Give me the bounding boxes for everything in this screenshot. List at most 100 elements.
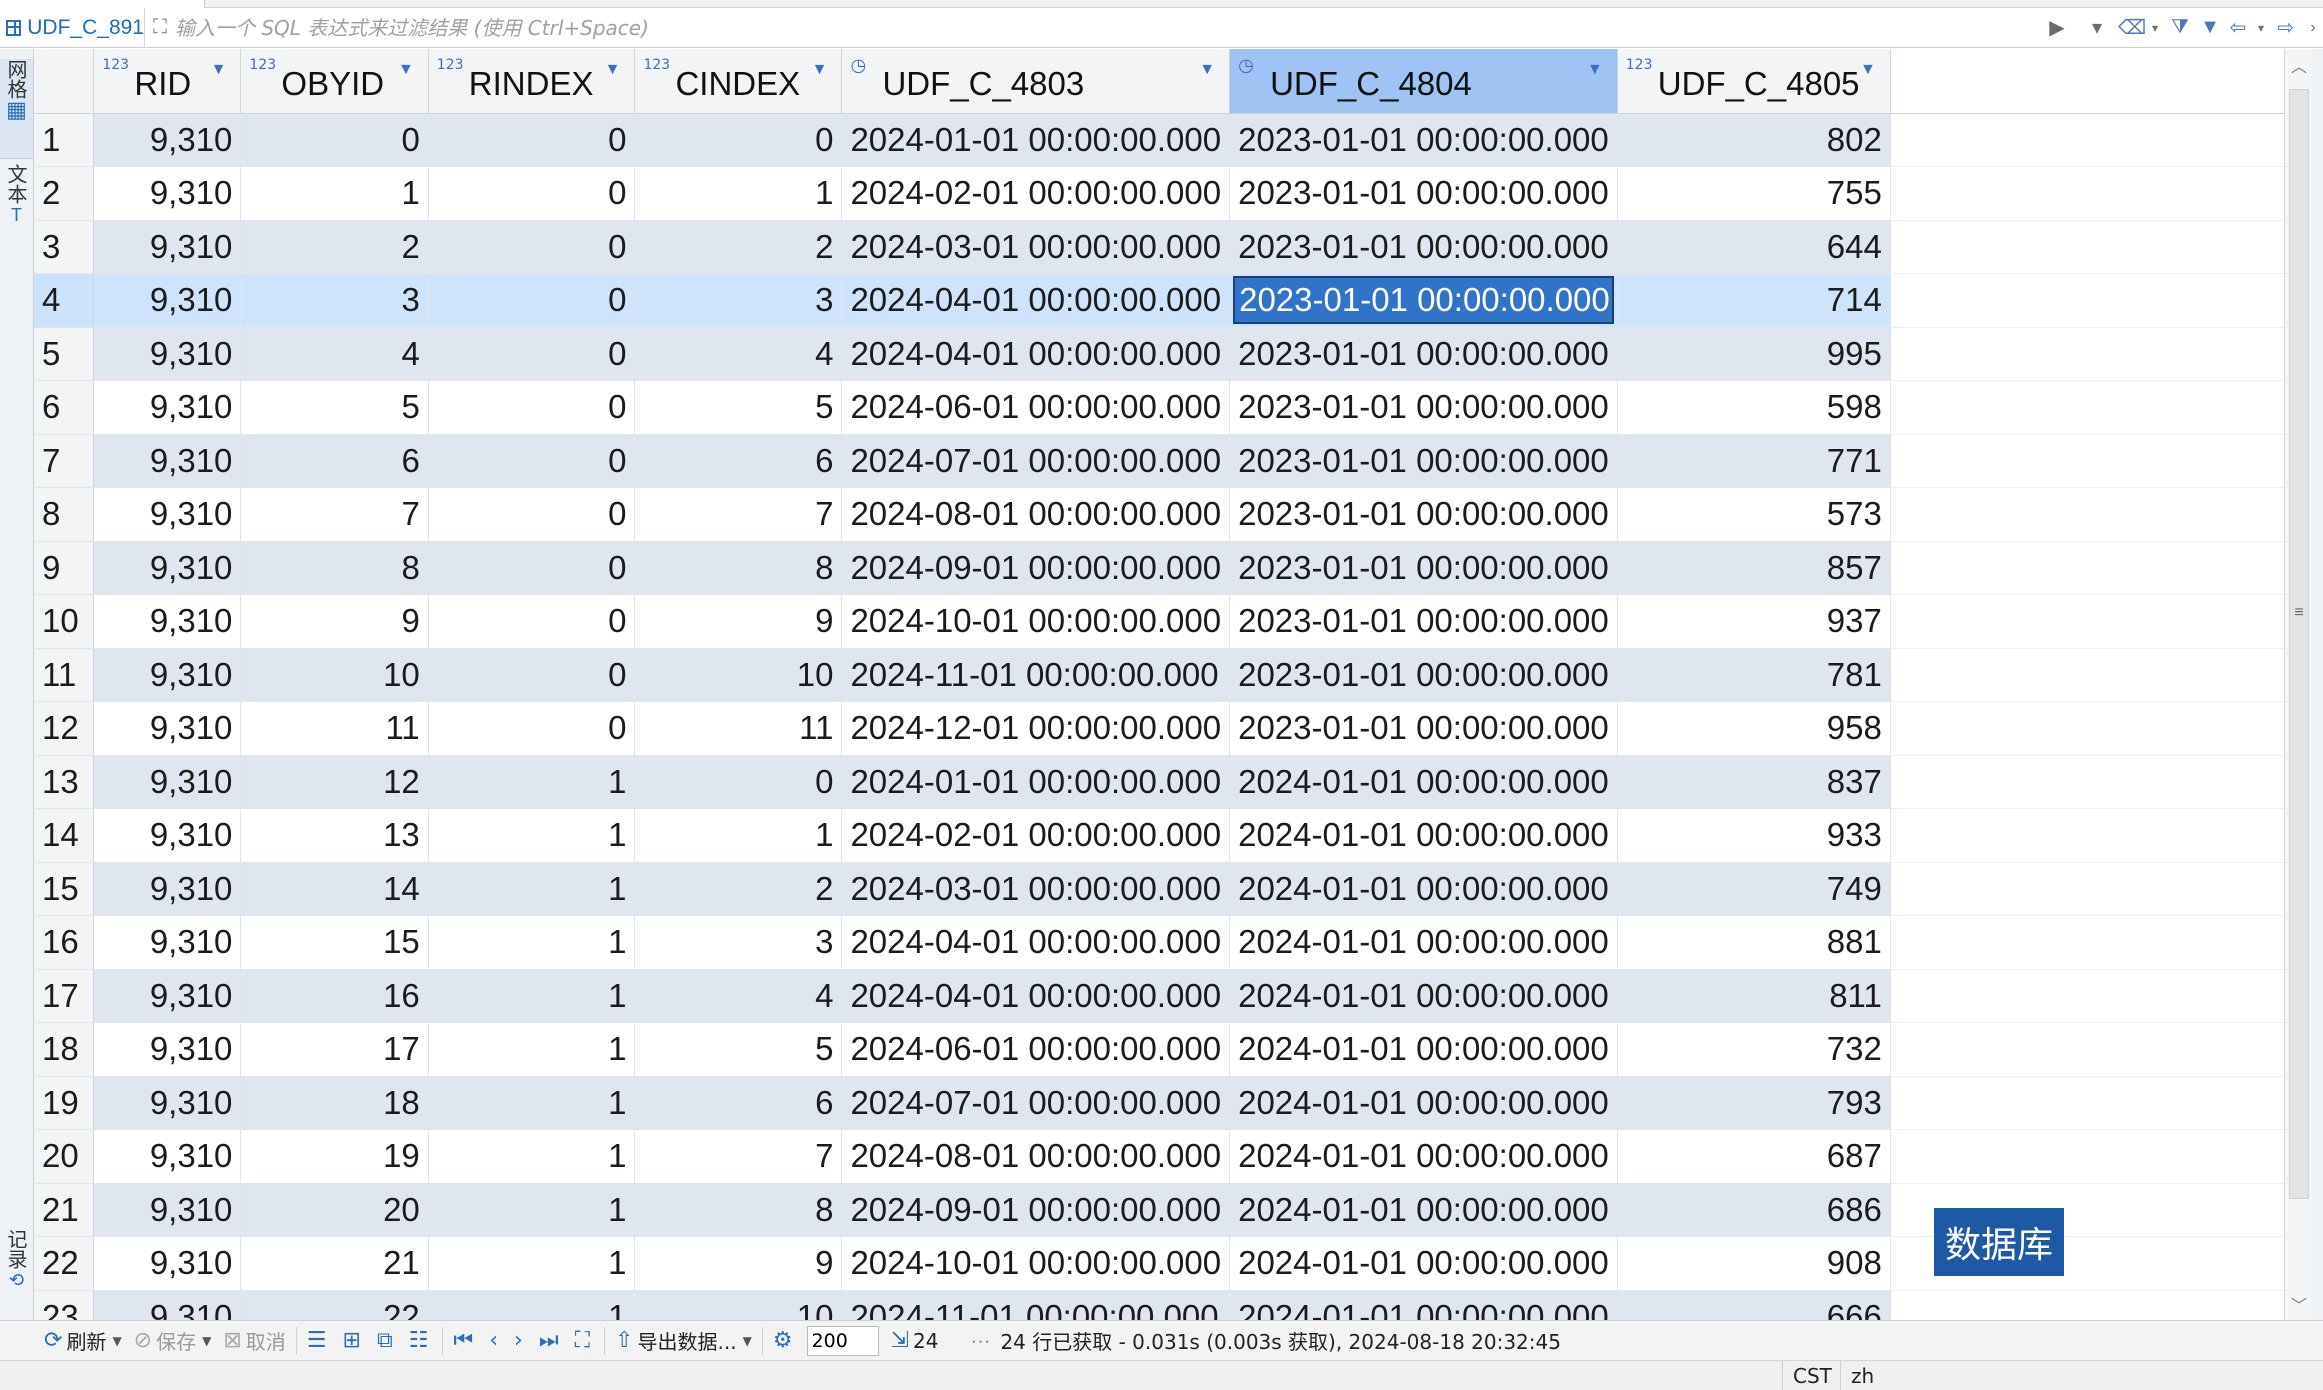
table-cell[interactable]: 732 (1617, 1022, 1891, 1076)
table-cell[interactable]: 9,310 (93, 862, 242, 916)
eraser-icon[interactable]: ⌫ (2117, 8, 2147, 48)
table-cell[interactable]: 17 (240, 1022, 429, 1076)
table-cell[interactable]: 1 (428, 1236, 636, 1290)
table-cell[interactable]: 20 (240, 1183, 429, 1237)
row-number[interactable]: 23 (34, 1290, 95, 1320)
apply-filter-icon[interactable]: ▶ (2037, 8, 2077, 48)
row-number[interactable]: 4 (34, 273, 95, 328)
table-cell[interactable]: 9,310 (93, 969, 242, 1023)
table-cell[interactable]: 0 (428, 220, 636, 274)
table-row[interactable]: 18 9,310 17 1 5 2024-06-01 00:00:00.000 2024-0… (34, 1022, 2284, 1077)
table-cell[interactable]: 10 (634, 1290, 843, 1320)
table-row[interactable]: 2 9,310 1 0 1 2024-02-01 00:00:00.000 2023-01-… (34, 166, 2284, 221)
table-cell[interactable]: 666 (1617, 1290, 1891, 1320)
table-cell[interactable]: 2024-04-01 00:00:00.000 (841, 273, 1231, 327)
sort-filter-icon[interactable]: ▼ (812, 61, 828, 79)
fetch-size-input[interactable] (806, 1325, 879, 1356)
tab-text[interactable]: 文本 T (0, 164, 33, 284)
row-number[interactable]: 1 (34, 113, 95, 167)
table-cell[interactable]: 0 (240, 113, 429, 167)
table-cell[interactable]: 7 (634, 487, 843, 541)
table-cell[interactable]: 755 (1617, 166, 1891, 220)
results-grid[interactable]: 123 RID ▼ 123 OBYID ▼ 123 RINDEX ▼ 123 CINDEX ▼ ◷ UDF… (34, 49, 2284, 1320)
column-header-5[interactable]: ◷ UDF_C_4803 ▼ (841, 49, 1231, 114)
table-cell[interactable]: 2023-01-01 00:00:00.000 (1229, 541, 1618, 595)
table-cell[interactable]: 2024-07-01 00:00:00.000 (841, 434, 1231, 488)
table-cell[interactable]: 3 (634, 273, 843, 327)
table-cell[interactable]: 2024-01-01 00:00:00.000 (1229, 1290, 1618, 1320)
back-dropdown-icon[interactable]: ▾ (2253, 8, 2269, 48)
table-cell[interactable]: 793 (1617, 1076, 1891, 1130)
table-cell[interactable]: 9 (240, 594, 429, 648)
table-cell[interactable]: 2024-08-01 00:00:00.000 (841, 1129, 1231, 1183)
table-cell[interactable]: 2024-01-01 00:00:00.000 (1229, 862, 1618, 916)
table-cell[interactable]: 2024-09-01 00:00:00.000 (841, 1183, 1231, 1237)
table-cell[interactable]: 9,310 (93, 1290, 242, 1320)
table-cell[interactable]: 2 (634, 862, 843, 916)
settings-button[interactable]: ⚙ (767, 1321, 803, 1361)
export-data-button[interactable]: ⇧ 导出数据... ▼ (609, 1321, 758, 1361)
table-cell[interactable]: 2024-03-01 00:00:00.000 (841, 220, 1231, 274)
row-number[interactable]: 8 (34, 487, 95, 542)
table-cell[interactable]: 1 (428, 1129, 636, 1183)
table-cell[interactable]: 2024-06-01 00:00:00.000 (841, 380, 1231, 434)
table-cell[interactable]: 9,310 (93, 755, 242, 809)
table-cell[interactable]: 9,310 (93, 541, 242, 595)
table-cell[interactable]: 2023-01-01 00:00:00.000 (1229, 487, 1618, 541)
table-cell[interactable]: 9,310 (93, 1183, 242, 1237)
table-cell[interactable]: 2024-10-01 00:00:00.000 (841, 1236, 1231, 1290)
table-cell[interactable]: 11 (240, 701, 429, 755)
table-cell[interactable]: 2023-01-01 00:00:00.000 (1229, 113, 1618, 167)
table-cell[interactable]: 4 (634, 969, 843, 1023)
row-number[interactable]: 20 (34, 1129, 95, 1184)
table-row[interactable]: 23 9,310 22 1 10 2024-11-01 00:00:00.000 2024-… (34, 1290, 2284, 1320)
tab-grid[interactable]: 网格 ▦ (0, 59, 33, 159)
table-cell[interactable]: 837 (1617, 755, 1891, 809)
row-number[interactable]: 16 (34, 915, 95, 970)
back-icon[interactable]: ⇦ (2223, 8, 2253, 48)
table-cell[interactable]: 9,310 (93, 1022, 242, 1076)
table-cell[interactable]: 13 (240, 808, 429, 862)
row-number[interactable]: 5 (34, 327, 95, 381)
sort-filter-icon[interactable]: ▼ (1860, 61, 1876, 79)
table-cell[interactable]: 908 (1617, 1236, 1891, 1290)
refresh-dropdown-icon[interactable]: ▼ (112, 1334, 121, 1348)
table-cell[interactable]: 3 (634, 915, 843, 969)
table-row[interactable]: 10 9,310 9 0 9 2024-10-01 00:00:00.000 2023-01… (34, 594, 2284, 649)
export-dropdown-icon[interactable]: ▼ (743, 1334, 752, 1348)
table-cell[interactable]: 2024-08-01 00:00:00.000 (841, 487, 1231, 541)
table-cell[interactable]: 573 (1617, 487, 1891, 541)
table-cell[interactable]: 1 (428, 915, 636, 969)
table-cell[interactable]: 7 (634, 1129, 843, 1183)
table-cell[interactable]: 5 (240, 380, 429, 434)
refresh-button[interactable]: ⟳ 刷新 ▼ (38, 1321, 128, 1361)
sort-filter-icon[interactable]: ▼ (1587, 61, 1603, 79)
table-row[interactable]: 3 9,310 2 0 2 2024-03-01 00:00:00.000 2023-01-… (34, 220, 2284, 274)
table-cell[interactable]: 1 (428, 969, 636, 1023)
edit-row-button[interactable]: ☰ (301, 1321, 337, 1361)
table-cell[interactable]: 2024-01-01 00:00:00.000 (1229, 755, 1618, 809)
vertical-scrollbar[interactable]: ︿ ≡ ﹀ (2284, 49, 2312, 1320)
save-button[interactable]: ⊘ 保存 ▼ (128, 1321, 218, 1361)
table-cell[interactable]: 0 (428, 434, 636, 488)
row-number[interactable]: 19 (34, 1076, 95, 1130)
table-cell[interactable]: 9,310 (93, 113, 242, 167)
table-cell[interactable]: 9,310 (93, 1076, 242, 1130)
table-cell[interactable]: 4 (240, 327, 429, 381)
row-number[interactable]: 2 (34, 166, 95, 221)
table-cell[interactable]: 22 (240, 1290, 429, 1320)
corner-cell[interactable] (34, 49, 95, 114)
table-cell[interactable]: 9,310 (93, 915, 242, 969)
table-cell[interactable]: 749 (1617, 862, 1891, 916)
column-header-3[interactable]: 123 RINDEX ▼ (428, 49, 636, 114)
table-cell[interactable]: 2024-04-01 00:00:00.000 (841, 915, 1231, 969)
table-cell[interactable]: 933 (1617, 808, 1891, 862)
table-cell[interactable]: 686 (1617, 1183, 1891, 1237)
table-row[interactable]: 15 9,310 14 1 2 2024-03-01 00:00:00.000 2024-0… (34, 862, 2284, 916)
table-cell[interactable]: 0 (428, 541, 636, 595)
table-cell[interactable]: 9,310 (93, 648, 242, 702)
copy-row-button[interactable]: ⧉ (371, 1321, 403, 1361)
table-cell[interactable]: 9,310 (93, 487, 242, 541)
table-cell[interactable]: 15 (240, 915, 429, 969)
table-cell[interactable]: 9,310 (93, 1129, 242, 1183)
